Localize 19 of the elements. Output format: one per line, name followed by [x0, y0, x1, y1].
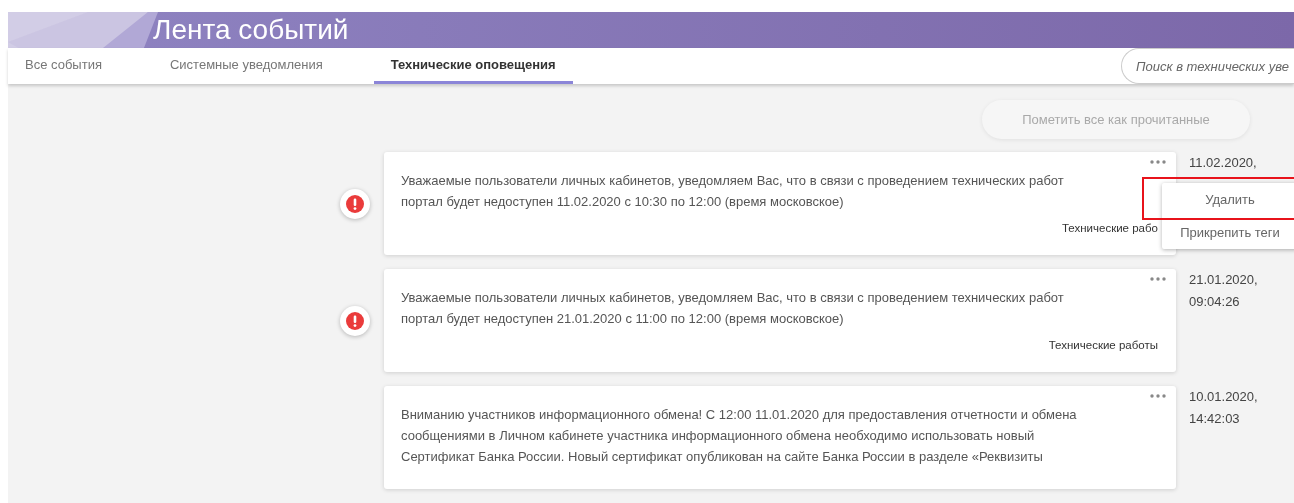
event-date: 21.01.2020, — [1189, 271, 1258, 289]
menu-item[interactable]: Прикрепить теги — [1162, 216, 1294, 249]
more-options-button[interactable] — [1150, 394, 1166, 398]
event-time: 14:42:03 — [1189, 410, 1241, 428]
event-tag: Технические рабо — [401, 222, 1158, 234]
event-message: Вниманию участников информационного обмена! С 12:00 11.01.2020 для предоставления отчетности и обмена сообщениями в Личном кабинете участника информационного обмена необходимо использовать новый Сертификат Банка России. Новый сертификат опубликован на сайте Банка России в разделе «Реквизиты — [401, 406, 1078, 466]
event-date: 10.01.2020, — [1189, 388, 1258, 406]
search-field[interactable]: Поиск в технических уве — [1121, 48, 1294, 84]
event-date: 11.02.2020, — [1189, 154, 1257, 172]
event-message: Уважаемые пользователи личных кабинетов, уведомляем Вас, что в связи с проведением технических работ портал будет недоступен 11.02.2020 с 10:30 по 12:00 (время московское) — [401, 172, 1065, 211]
tab[interactable]: Системные уведомления — [152, 48, 340, 84]
event-tag: Технические работы — [401, 339, 1158, 351]
more-options-button[interactable] — [1150, 277, 1166, 281]
page-title: Лента событий — [153, 14, 349, 46]
menu-item[interactable]: Удалить — [1162, 183, 1294, 216]
event-message: Уважаемые пользователи личных кабинетов, уведомляем Вас, что в связи с проведением технических работ портал будет недоступен 21.01.2020 с 11:00 по 12:00 (время московское) — [401, 289, 1065, 328]
tab[interactable]: Все события — [8, 48, 119, 84]
more-options-button[interactable] — [1150, 160, 1166, 164]
event-time: 09:04:26 — [1189, 293, 1241, 311]
